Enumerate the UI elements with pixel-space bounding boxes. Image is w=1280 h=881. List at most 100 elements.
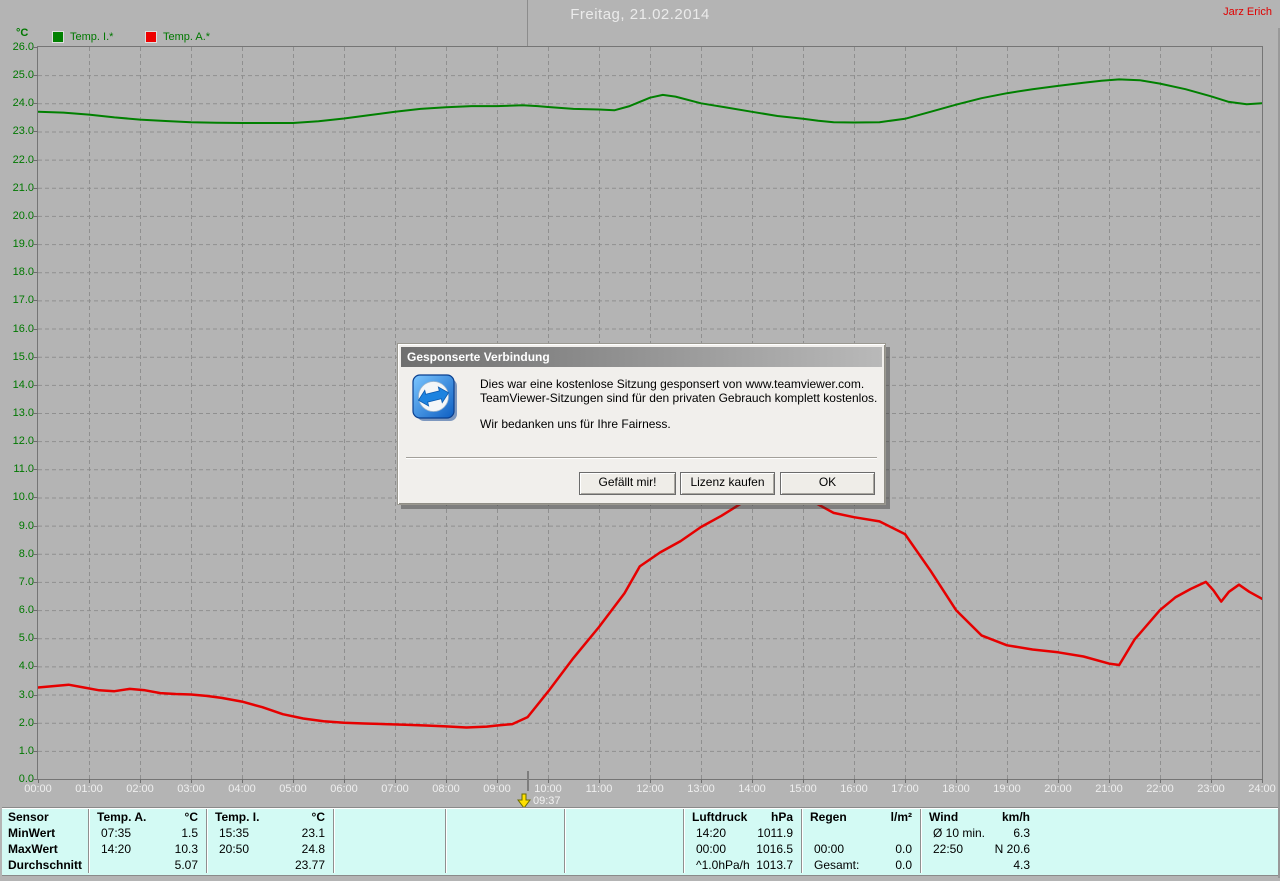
y-axis-label: 9.0 [18,519,34,532]
y-axis-tick [33,666,38,668]
table-row: 22:50 N 20.6 [933,842,1030,856]
y-axis-tick [33,638,38,640]
column-header: Luftdruck hPa [692,810,793,824]
x-axis-label: 06:00 [330,783,358,795]
x-axis-tick [803,779,804,783]
table-row-label: MinWert [8,826,56,840]
table-row: ^1.0hPa/h 1013.7 [696,858,793,872]
y-axis-label: 20.0 [12,209,34,222]
legend-item-temp-outer: Temp. A.* [145,31,210,43]
table-row: 00:00 1016.5 [696,842,793,856]
x-axis-tick [89,779,90,783]
x-axis-label: 01:00 [75,783,103,795]
y-axis-tick [33,159,38,161]
y-axis-label: 1.0 [18,744,34,757]
y-axis-label: 2.0 [18,716,34,729]
dialog-message-line: Dies war eine kostenlose Sitzung gespons… [480,377,865,391]
column-header: Temp. A. °C [97,810,198,824]
x-axis-tick [344,779,345,783]
y-axis-tick [33,722,38,724]
table-column-regen: Regen l/m² 00:00 0.0 Gesamt: 0.0 [801,809,920,873]
time-marker-label: 09:37 [533,795,561,807]
dialog-title-bar[interactable]: Gesponserte Verbindung [401,347,882,367]
table-row: 07:35 1.5 [101,826,198,840]
y-axis-label: 19.0 [12,238,34,251]
column-header: Regen l/m² [810,810,912,824]
y-axis-label: 16.0 [12,322,34,335]
page-title: Freitag, 21.02.2014 [570,6,710,23]
ok-button[interactable]: OK [780,472,875,495]
y-axis-tick [33,47,38,48]
buy-license-button[interactable]: Lizenz kaufen [680,472,775,495]
x-axis-label: 14:00 [738,783,766,795]
x-axis-label: 13:00 [687,783,715,795]
table-row: 20:50 24.8 [219,842,325,856]
table-row: 5.07 [174,858,198,872]
y-axis-tick [33,413,38,414]
x-axis-label: 07:00 [381,783,409,795]
table-row: 00:00 0.0 [814,842,912,856]
y-axis-label: 3.0 [18,688,34,701]
y-axis-label: 13.0 [12,407,34,419]
table-row: 15:35 23.1 [219,826,325,840]
y-axis-tick [33,694,38,696]
table-row [802,825,920,841]
x-axis-tick [1109,779,1110,783]
table-row: Gesamt: 0.0 [814,858,912,872]
x-axis-tick [956,779,957,783]
x-axis-tick [1262,779,1263,783]
y-axis-tick [33,441,38,443]
table-column-empty [333,809,445,873]
y-axis-tick [33,187,38,189]
x-axis-label: 10:00 [534,783,562,795]
y-axis-tick [33,525,38,527]
y-axis-tick [33,497,38,499]
table-column-temp-a-: Temp. A. °C 07:35 1.5 14:20 10.3 5.07 [88,809,206,873]
x-axis-tick [1160,779,1161,783]
legend-label: Temp. I.* [70,31,114,43]
y-axis-label: 4.0 [18,660,34,673]
legend-item-temp-inner: Temp. I.* [52,31,113,43]
x-axis-label: 05:00 [279,783,307,795]
x-axis-label: 18:00 [942,783,970,795]
y-axis-tick [33,610,38,612]
x-axis-tick [38,779,39,783]
x-axis-label: 19:00 [993,783,1021,795]
table-row [446,857,564,873]
y-axis-label: 14.0 [12,378,34,391]
x-axis-tick [752,779,753,783]
y-axis-label: 8.0 [18,547,34,560]
table-column-temp-i-: Temp. I. °C 15:35 23.1 20:50 24.8 23.77 [206,809,333,873]
y-axis-label: 23.0 [12,125,34,138]
y-axis-tick [33,750,38,752]
y-axis-tick [33,215,38,217]
table-row-label: MaxWert [8,842,58,856]
y-axis-label: 17.0 [12,294,34,307]
table-row [334,857,445,873]
y-axis-label: 15.0 [12,350,34,363]
x-axis-tick [140,779,141,783]
table-row [565,857,683,873]
x-axis-label: 22:00 [1146,783,1174,795]
y-axis-label: 24.0 [12,97,34,110]
table-row [334,825,445,841]
x-axis-tick [599,779,600,783]
x-axis-tick [446,779,447,783]
x-axis-tick [1007,779,1008,783]
time-cursor-needle [527,0,528,46]
x-axis-label: 21:00 [1095,783,1123,795]
x-axis-label: 20:00 [1044,783,1072,795]
column-header: Temp. I. °C [215,810,325,824]
stats-table: Sensor MinWert MaxWert Durchschnitt Temp. A.… [2,807,1278,876]
table-column-luftdruck: Luftdruck hPa 14:20 1011.9 00:00 1016.5 ^1.0hP… [683,809,801,873]
x-axis-label: 03:00 [177,783,205,795]
x-axis-tick [191,779,192,783]
x-axis-label: 11:00 [585,783,613,795]
column-header [446,809,564,825]
like-button[interactable]: Gefällt mir! [579,472,676,495]
time-cursor-tick[interactable] [527,771,529,791]
y-axis-label: 6.0 [18,604,34,617]
x-axis-tick [1211,779,1212,783]
teamviewer-icon [412,374,457,421]
y-axis-label: 5.0 [18,632,34,645]
